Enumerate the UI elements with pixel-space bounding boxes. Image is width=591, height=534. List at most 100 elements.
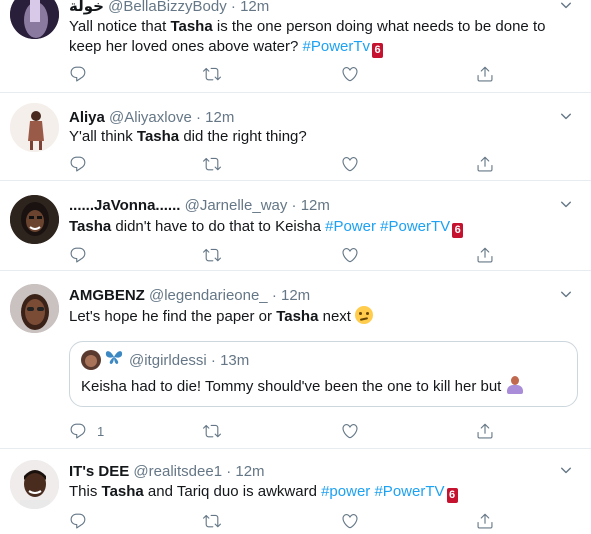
avatar[interactable] — [10, 284, 59, 333]
avatar[interactable] — [10, 195, 59, 244]
tweet-actions — [69, 63, 509, 85]
share-button[interactable] — [476, 420, 494, 442]
share-button[interactable] — [476, 510, 494, 532]
like-button[interactable] — [341, 244, 359, 266]
retweet-icon — [203, 155, 221, 173]
display-name[interactable]: ......JaVonna...... — [69, 197, 180, 214]
avatar[interactable] — [10, 460, 59, 509]
chevron-down-icon[interactable] — [559, 197, 573, 211]
timestamp[interactable]: 12m — [235, 463, 264, 480]
heart-icon — [341, 422, 359, 440]
hashtag-link[interactable]: #power — [321, 483, 370, 500]
handle[interactable]: @Aliyaxlove — [109, 109, 192, 126]
share-button[interactable] — [476, 153, 494, 175]
shrug-emoji — [506, 376, 524, 394]
retweet-icon — [203, 512, 221, 530]
handle[interactable]: @legendarieone_ — [149, 287, 268, 304]
tweet-text: Y'all think Tasha did the right thing? — [69, 128, 307, 145]
share-icon — [476, 65, 494, 83]
handle[interactable]: @BellaBizzyBody — [108, 0, 227, 15]
chevron-down-icon[interactable] — [559, 0, 573, 12]
retweet-icon — [203, 65, 221, 83]
share-icon — [476, 512, 494, 530]
share-icon — [476, 246, 494, 264]
heart-icon — [341, 512, 359, 530]
share-button[interactable] — [476, 63, 494, 85]
separator: · — [195, 109, 201, 126]
chevron-down-icon[interactable] — [559, 109, 573, 123]
tweet-text: This Tasha and Tariq duo is awkward #pow… — [69, 482, 458, 503]
tweet-header: ......JaVonna...... @Jarnelle_way · 12m — [69, 196, 330, 215]
retweet-button[interactable] — [203, 510, 221, 532]
chevron-down-icon[interactable] — [559, 463, 573, 477]
retweet-button[interactable] — [203, 153, 221, 175]
separator: · — [230, 0, 236, 15]
reply-button[interactable] — [69, 153, 97, 175]
reply-button[interactable] — [69, 63, 97, 85]
timestamp[interactable]: 12m — [205, 109, 234, 126]
butterfly-icon — [105, 349, 123, 370]
hashtag-link[interactable]: #PowerTV — [374, 483, 444, 500]
tweet[interactable]: AMGBENZ @legendarieone_ · 12m Let's hope… — [0, 271, 591, 449]
tweet-actions — [69, 153, 509, 175]
avatar[interactable] — [10, 0, 59, 39]
reply-icon — [69, 65, 87, 83]
handle[interactable]: @Jarnelle_way — [185, 197, 288, 214]
tweet[interactable]: خولة @BellaBizzyBody · 12m Yall notice t… — [0, 0, 591, 93]
tweet-header: AMGBENZ @legendarieone_ · 12m — [69, 286, 310, 305]
retweet-icon — [203, 422, 221, 440]
reply-icon — [69, 512, 87, 530]
timestamp[interactable]: 12m — [281, 287, 310, 304]
retweet-button[interactable] — [203, 244, 221, 266]
hashtag-link[interactable]: #Power — [325, 218, 376, 235]
reply-icon — [69, 155, 87, 173]
timestamp[interactable]: 12m — [240, 0, 269, 15]
heart-icon — [341, 65, 359, 83]
tweet-header: خولة @BellaBizzyBody · 12m — [69, 0, 269, 16]
power-tv-emoji: 6 — [372, 43, 384, 58]
like-button[interactable] — [341, 153, 359, 175]
tweet-actions — [69, 510, 509, 532]
reply-button[interactable]: 1 — [69, 420, 104, 442]
display-name[interactable]: AMGBENZ — [69, 287, 145, 304]
display-name[interactable]: خولة — [69, 0, 104, 15]
tweet-header: IT's DEE @realitsdee1 · 12m — [69, 462, 265, 481]
quoted-handle[interactable]: @itgirldessi — [129, 352, 207, 369]
timestamp[interactable]: 12m — [301, 197, 330, 214]
share-button[interactable] — [476, 244, 494, 266]
tweet[interactable]: ......JaVonna...... @Jarnelle_way · 12m … — [0, 181, 591, 271]
separator: · — [291, 197, 297, 214]
heart-icon — [341, 155, 359, 173]
share-icon — [476, 422, 494, 440]
like-button[interactable] — [341, 510, 359, 532]
heart-icon — [341, 246, 359, 264]
tweet[interactable]: Aliya @Aliyaxlove · 12m Y'all think Tash… — [0, 93, 591, 181]
display-name[interactable]: Aliya — [69, 109, 105, 126]
reply-button[interactable] — [69, 244, 97, 266]
tweet[interactable]: IT's DEE @realitsdee1 · 12m This Tasha a… — [0, 449, 591, 534]
like-button[interactable] — [341, 420, 359, 442]
separator: · — [210, 352, 216, 369]
tweet-actions: 1 — [69, 420, 509, 442]
avatar[interactable] — [10, 103, 59, 152]
separator: · — [226, 463, 232, 480]
hashtag-link[interactable]: #PowerTV — [380, 218, 450, 235]
quoted-tweet[interactable]: @itgirldessi · 13m Keisha had to die! To… — [69, 341, 578, 407]
reply-icon — [69, 422, 87, 440]
like-button[interactable] — [341, 63, 359, 85]
display-name[interactable]: IT's DEE — [69, 463, 129, 480]
worried-face-emoji — [355, 306, 374, 324]
reply-icon — [69, 246, 87, 264]
retweet-button[interactable] — [203, 420, 221, 442]
separator: · — [271, 287, 277, 304]
quoted-timestamp: 13m — [220, 352, 250, 369]
reply-count: 1 — [97, 423, 105, 439]
handle[interactable]: @realitsdee1 — [133, 463, 222, 480]
reply-button[interactable] — [69, 510, 97, 532]
tweet-text: Let's hope he find the paper or Tasha ne… — [69, 306, 374, 327]
power-tv-emoji: 6 — [452, 223, 464, 238]
retweet-button[interactable] — [203, 63, 221, 85]
quoted-text: Keisha had to die! Tommy should've been … — [81, 376, 524, 395]
chevron-down-icon[interactable] — [559, 287, 573, 301]
hashtag-link[interactable]: #PowerTv — [303, 38, 371, 55]
